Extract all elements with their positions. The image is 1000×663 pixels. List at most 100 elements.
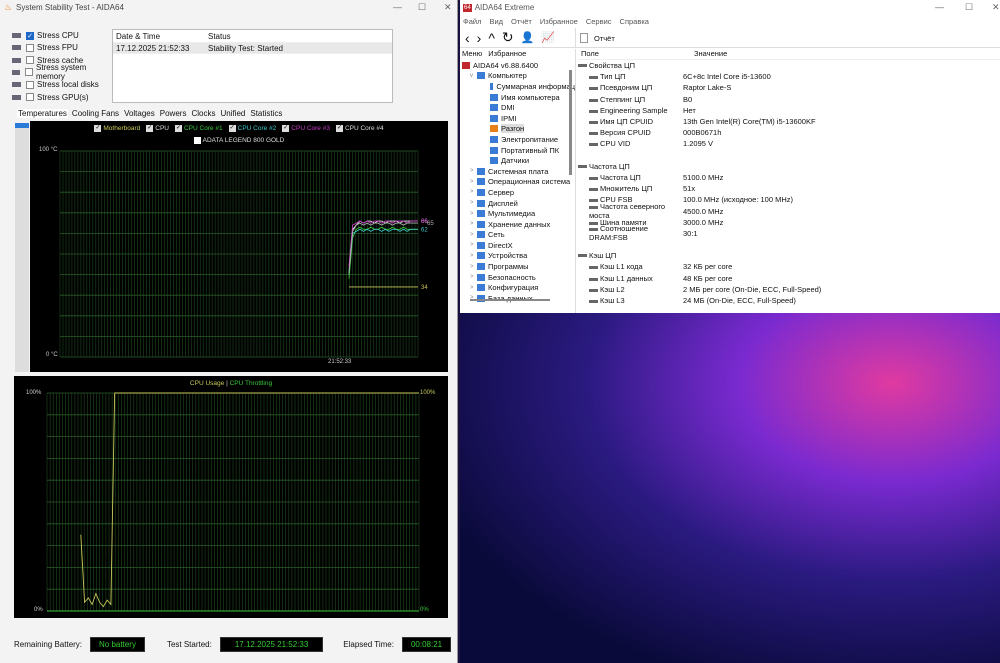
tab-cooling-fans[interactable]: Cooling Fans bbox=[71, 109, 120, 118]
property-row[interactable]: Степпинг ЦП B0 bbox=[578, 94, 1000, 105]
group-header[interactable]: Частота ЦП bbox=[578, 161, 1000, 172]
tree-item[interactable]: > Мультимедиа bbox=[460, 208, 575, 219]
expander-icon[interactable]: > bbox=[470, 264, 477, 270]
expander-icon[interactable]: > bbox=[470, 221, 477, 227]
maximize-button[interactable]: ☐ bbox=[418, 2, 426, 13]
menu-item[interactable]: Сервис bbox=[586, 17, 612, 26]
property-row[interactable]: Кэш L1 кода 32 КБ per core bbox=[578, 261, 1000, 272]
tab-clocks[interactable]: Clocks bbox=[190, 109, 216, 118]
expander-icon[interactable]: > bbox=[470, 189, 477, 195]
property-row[interactable]: Частота северного моста 4500.0 MHz bbox=[578, 202, 1000, 220]
tree-item[interactable]: > Сеть bbox=[460, 230, 575, 241]
tree-item[interactable]: > DirectX bbox=[460, 240, 575, 251]
aida-maximize-button[interactable]: ☐ bbox=[965, 2, 973, 13]
back-icon[interactable]: ‹ bbox=[465, 30, 470, 46]
tree-item[interactable]: v Компьютер bbox=[460, 71, 575, 82]
property-row[interactable]: Тип ЦП 6C+8c Intel Core i5-13600 bbox=[578, 71, 1000, 82]
report-button[interactable]: Отчёт bbox=[594, 34, 615, 43]
property-row[interactable]: Псевдоним ЦП Raptor Lake-S bbox=[578, 82, 1000, 93]
expander-icon[interactable]: > bbox=[470, 232, 477, 238]
tab-unified[interactable]: Unified bbox=[219, 109, 246, 118]
checkbox[interactable] bbox=[25, 68, 34, 77]
col-field[interactable]: Поле bbox=[578, 49, 694, 59]
tree-hscrollbar[interactable] bbox=[470, 299, 550, 301]
property-row[interactable]: CPU VID 1.2095 V bbox=[578, 138, 1000, 149]
menu-item[interactable]: Вид bbox=[489, 17, 503, 26]
tree-item[interactable]: IPMI bbox=[460, 113, 575, 124]
property-row[interactable]: Версия CPUID 000B0671h bbox=[578, 127, 1000, 138]
aida-minimize-button[interactable]: — bbox=[935, 2, 944, 12]
expander-icon[interactable]: > bbox=[470, 253, 477, 259]
tree-item[interactable]: DMI bbox=[460, 102, 575, 113]
checkbox[interactable] bbox=[26, 43, 34, 52]
stress-option[interactable]: Stress GPU(s) bbox=[12, 91, 112, 104]
user-icon[interactable]: 👤 bbox=[521, 31, 535, 44]
tab-statistics[interactable]: Statistics bbox=[249, 109, 283, 118]
property-row[interactable]: Имя ЦП CPUID 13th Gen Intel(R) Core(TM) i… bbox=[578, 116, 1000, 127]
property-row[interactable]: Engineering Sample Нет bbox=[578, 105, 1000, 116]
menu-item[interactable]: Отчёт bbox=[511, 17, 532, 26]
tree-item[interactable]: > Хранение данных bbox=[460, 219, 575, 230]
up-icon[interactable]: ^ bbox=[488, 30, 495, 46]
report-icon[interactable] bbox=[580, 33, 588, 43]
expander-icon[interactable]: > bbox=[470, 285, 477, 291]
tree-item[interactable]: Имя компьютера bbox=[460, 92, 575, 103]
chart-icon[interactable]: 📈 bbox=[541, 31, 555, 44]
aida-close-button[interactable]: ✕ bbox=[992, 2, 1000, 13]
tab-favorites[interactable]: Избранное bbox=[488, 49, 526, 60]
property-row[interactable]: Кэш L2 2 МБ per core (On-Die, ECC, Full-S… bbox=[578, 284, 1000, 295]
tree-item[interactable]: > Конфигурация bbox=[460, 282, 575, 293]
menu-item[interactable]: Файл bbox=[463, 17, 481, 26]
expander-icon[interactable]: > bbox=[470, 242, 477, 248]
tab-voltages[interactable]: Voltages bbox=[123, 109, 156, 118]
tree-item[interactable]: AIDA64 v6.88.6400 bbox=[460, 60, 575, 71]
property-row[interactable]: Частота ЦП 5100.0 MHz bbox=[578, 172, 1000, 183]
tree-item[interactable]: > Устройства bbox=[460, 251, 575, 262]
checkbox[interactable]: ✓ bbox=[26, 31, 34, 40]
col-datetime[interactable]: Date & Time bbox=[116, 32, 208, 41]
checkbox[interactable] bbox=[26, 80, 34, 89]
tab-powers[interactable]: Powers bbox=[159, 109, 188, 118]
tab-menu[interactable]: Меню bbox=[462, 49, 482, 60]
property-row[interactable]: Множитель ЦП 51x bbox=[578, 183, 1000, 194]
expander-icon[interactable]: > bbox=[470, 179, 477, 185]
col-status[interactable]: Status bbox=[208, 32, 231, 41]
stress-option[interactable]: Stress system memory bbox=[12, 63, 112, 81]
expander-icon[interactable]: > bbox=[470, 274, 477, 280]
tree-item[interactable]: > Операционная система bbox=[460, 177, 575, 188]
tree-item[interactable]: Датчики bbox=[460, 155, 575, 166]
tree-item[interactable]: > Дисплей bbox=[460, 198, 575, 209]
checkbox[interactable] bbox=[26, 56, 34, 65]
tree-item[interactable]: > Сервер bbox=[460, 187, 575, 198]
tree-item[interactable]: Суммарная информац bbox=[460, 81, 575, 92]
menu-item[interactable]: Справка bbox=[620, 17, 649, 26]
group-header[interactable]: Свойства ЦП bbox=[578, 60, 1000, 71]
property-row[interactable]: Кэш L3 24 МБ (On-Die, ECC, Full-Speed) bbox=[578, 295, 1000, 306]
menu-item[interactable]: Избранное bbox=[540, 17, 578, 26]
property-row[interactable]: Кэш L1 данных 48 КБ per core bbox=[578, 273, 1000, 284]
checkbox[interactable] bbox=[26, 93, 34, 101]
refresh-icon[interactable]: ↻ bbox=[502, 29, 514, 46]
tree-item[interactable]: > Безопасность bbox=[460, 272, 575, 283]
minimize-button[interactable]: — bbox=[393, 2, 402, 12]
stress-option[interactable]: Stress local disks bbox=[12, 78, 112, 91]
close-button[interactable]: ✕ bbox=[444, 2, 452, 13]
col-value[interactable]: Значение bbox=[694, 49, 727, 59]
side-scrollbar[interactable] bbox=[15, 128, 29, 372]
forward-icon[interactable]: › bbox=[477, 30, 482, 46]
stress-option[interactable]: Stress FPU bbox=[12, 41, 112, 54]
group-header[interactable]: Кэш ЦП bbox=[578, 250, 1000, 261]
tree-item[interactable]: > Системная плата bbox=[460, 166, 575, 177]
expander-icon[interactable]: v bbox=[470, 73, 477, 79]
property-row[interactable]: Соотношение DRAM:FSB 30:1 bbox=[578, 224, 1000, 242]
tree-item[interactable]: Разгон bbox=[460, 124, 575, 135]
expander-icon[interactable]: > bbox=[470, 168, 477, 174]
tab-temperatures[interactable]: Temperatures bbox=[17, 109, 68, 118]
stress-option[interactable]: ✓ Stress CPU bbox=[12, 29, 112, 42]
tree-scrollbar[interactable] bbox=[569, 70, 572, 175]
tree-item[interactable]: > Программы bbox=[460, 261, 575, 272]
expander-icon[interactable]: > bbox=[470, 200, 477, 206]
expander-icon[interactable]: > bbox=[470, 211, 477, 217]
tree-item[interactable]: Портативный ПК bbox=[460, 145, 575, 156]
tree-item[interactable]: Электропитание bbox=[460, 134, 575, 145]
